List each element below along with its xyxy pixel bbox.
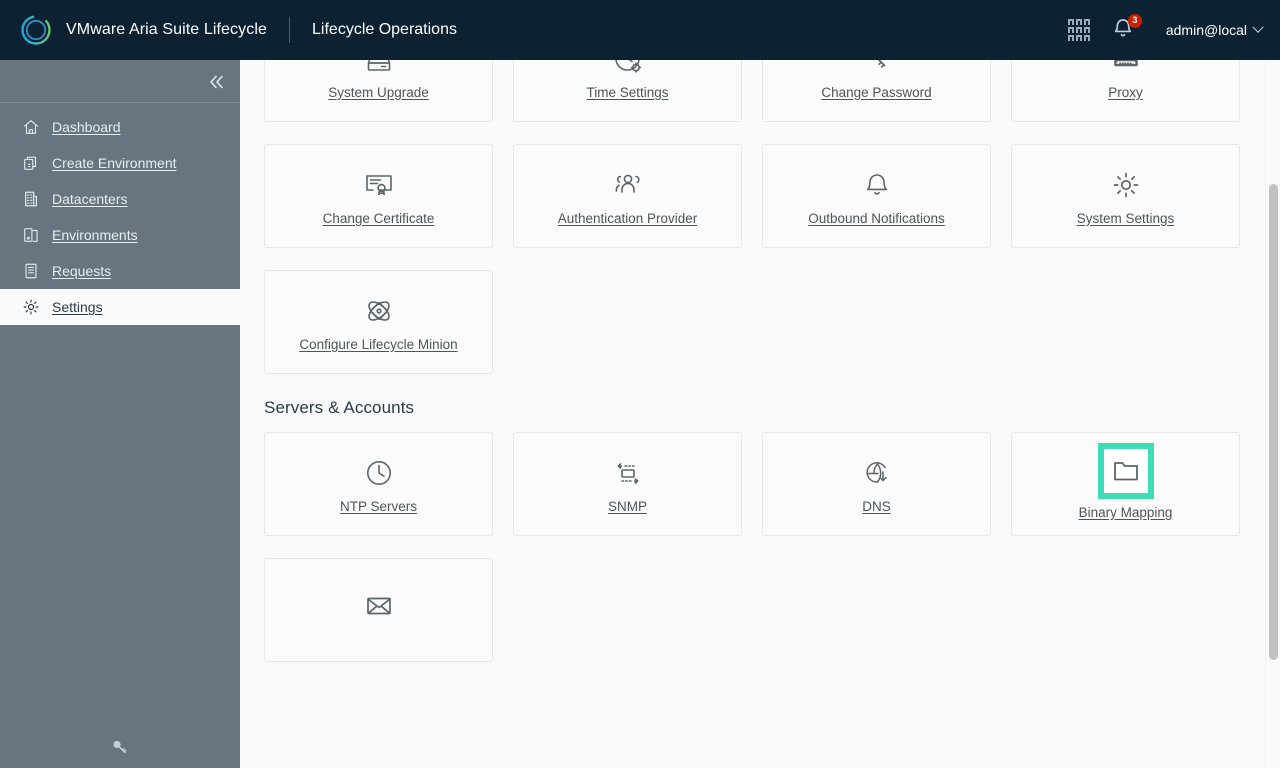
sidebar-item-requests[interactable]: Requests xyxy=(0,253,240,289)
card-change-password[interactable]: Change Password xyxy=(762,60,991,122)
sidebar-nav: Dashboard Create Environment Datacenters… xyxy=(0,103,240,325)
clock-gear-icon xyxy=(610,60,646,77)
users-group-icon xyxy=(610,167,646,203)
vertical-scrollbar-thumb[interactable] xyxy=(1269,184,1278,660)
double-chevron-left-icon[interactable] xyxy=(204,69,230,95)
card-change-certificate[interactable]: Change Certificate xyxy=(264,144,493,248)
sidebar-footer xyxy=(0,726,240,768)
vertical-scrollbar-track[interactable] xyxy=(1265,60,1280,768)
brand: VMware Aria Suite Lifecycle xyxy=(14,9,267,51)
header-divider xyxy=(289,17,291,43)
environments-icon xyxy=(22,226,40,244)
card-proxy[interactable]: Proxy xyxy=(1011,60,1240,122)
requests-list-icon xyxy=(22,262,40,280)
clock-icon xyxy=(361,455,397,491)
card-label: Change Password xyxy=(821,84,932,100)
notification-count-badge: 3 xyxy=(1127,14,1142,28)
envelope-icon xyxy=(361,588,397,624)
module-title: Lifecycle Operations xyxy=(312,21,457,38)
snmp-transfer-icon xyxy=(610,455,646,491)
card-ntp-servers[interactable]: NTP Servers xyxy=(264,432,493,536)
sidebar: Dashboard Create Environment Datacenters… xyxy=(0,60,240,768)
create-environment-icon xyxy=(22,154,40,172)
chevron-down-icon xyxy=(1252,21,1264,33)
card-label: Change Certificate xyxy=(322,210,435,226)
header-actions: 3 admin@local xyxy=(1066,14,1264,45)
card-label: System Upgrade xyxy=(328,84,429,100)
proxy-network-icon xyxy=(1108,60,1144,77)
gear-icon xyxy=(22,298,40,316)
section-title-servers-accounts: Servers & Accounts xyxy=(264,398,415,417)
sidebar-collapse-row xyxy=(0,60,240,103)
sidebar-item-create-environment[interactable]: Create Environment xyxy=(0,145,240,181)
card-label: Outbound Notifications xyxy=(808,210,945,226)
sidebar-item-label: Create Environment xyxy=(52,155,177,171)
settings-scroll-area: System Details Logs Sy xyxy=(240,60,1265,702)
sidebar-item-label: Settings xyxy=(52,299,103,315)
system-cards-grid: System Details Logs Sy xyxy=(264,60,1241,374)
card-system-settings[interactable]: System Settings xyxy=(1011,144,1240,248)
card-snmp[interactable]: SNMP xyxy=(513,432,742,536)
card-binary-mapping[interactable]: Binary Mapping xyxy=(1011,432,1240,536)
atom-minion-icon xyxy=(361,293,397,329)
user-menu[interactable]: admin@local xyxy=(1165,21,1264,38)
key-icon[interactable] xyxy=(109,736,131,758)
brand-title: VMware Aria Suite Lifecycle xyxy=(66,21,268,38)
card-system-upgrade[interactable]: System Upgrade xyxy=(264,60,493,122)
card-label: System Settings xyxy=(1076,210,1175,226)
sidebar-item-label: Requests xyxy=(52,263,112,279)
sidebar-item-label: Datacenters xyxy=(52,191,128,207)
home-icon xyxy=(22,118,40,136)
sidebar-item-label: Dashboard xyxy=(52,119,121,135)
sidebar-item-dashboard[interactable]: Dashboard xyxy=(0,109,240,145)
datacenter-building-icon xyxy=(22,190,40,208)
app-grid-icon[interactable] xyxy=(1066,17,1092,43)
notifications-bell-icon[interactable]: 3 xyxy=(1110,14,1142,45)
settings-content: System Details Logs Sy xyxy=(240,60,1280,768)
card-authentication-provider[interactable]: Authentication Provider xyxy=(513,144,742,248)
certificate-icon xyxy=(361,167,397,203)
app-header: VMware Aria Suite Lifecycle Lifecycle Op… xyxy=(0,0,1280,60)
card-configure-lifecycle-minion[interactable]: Configure Lifecycle Minion xyxy=(264,270,493,374)
card-label: Authentication Provider xyxy=(557,210,698,226)
card-label: NTP Servers xyxy=(339,498,418,514)
card-label: Configure Lifecycle Minion xyxy=(299,336,458,352)
gear-icon xyxy=(1108,167,1144,203)
key-icon xyxy=(859,60,895,77)
card-label: Binary Mapping xyxy=(1078,504,1173,520)
upload-drive-icon xyxy=(361,60,397,77)
sidebar-item-label: Environments xyxy=(52,227,138,243)
card-label: SNMP xyxy=(607,498,647,514)
card-dns[interactable]: DNS xyxy=(762,432,991,536)
folder-icon xyxy=(1097,442,1154,499)
card-label: Time Settings xyxy=(586,84,669,100)
card-label: DNS xyxy=(862,498,891,514)
user-menu-label: admin@local xyxy=(1165,22,1247,38)
sidebar-item-settings[interactable]: Settings xyxy=(0,289,240,325)
card-outbound-notifications[interactable]: Outbound Notifications xyxy=(762,144,991,248)
vmware-ring-logo-icon xyxy=(14,9,58,51)
card-smtp-partial[interactable] xyxy=(264,558,493,662)
servers-cards-grid: NTP Servers SNMP DNS Binary Mapping xyxy=(264,432,1241,662)
sidebar-item-environments[interactable]: Environments xyxy=(0,217,240,253)
card-time-settings[interactable]: Time Settings xyxy=(513,60,742,122)
dns-globe-icon xyxy=(859,455,895,491)
card-label: Proxy xyxy=(1108,84,1143,100)
sidebar-item-datacenters[interactable]: Datacenters xyxy=(0,181,240,217)
bell-icon xyxy=(859,167,895,203)
